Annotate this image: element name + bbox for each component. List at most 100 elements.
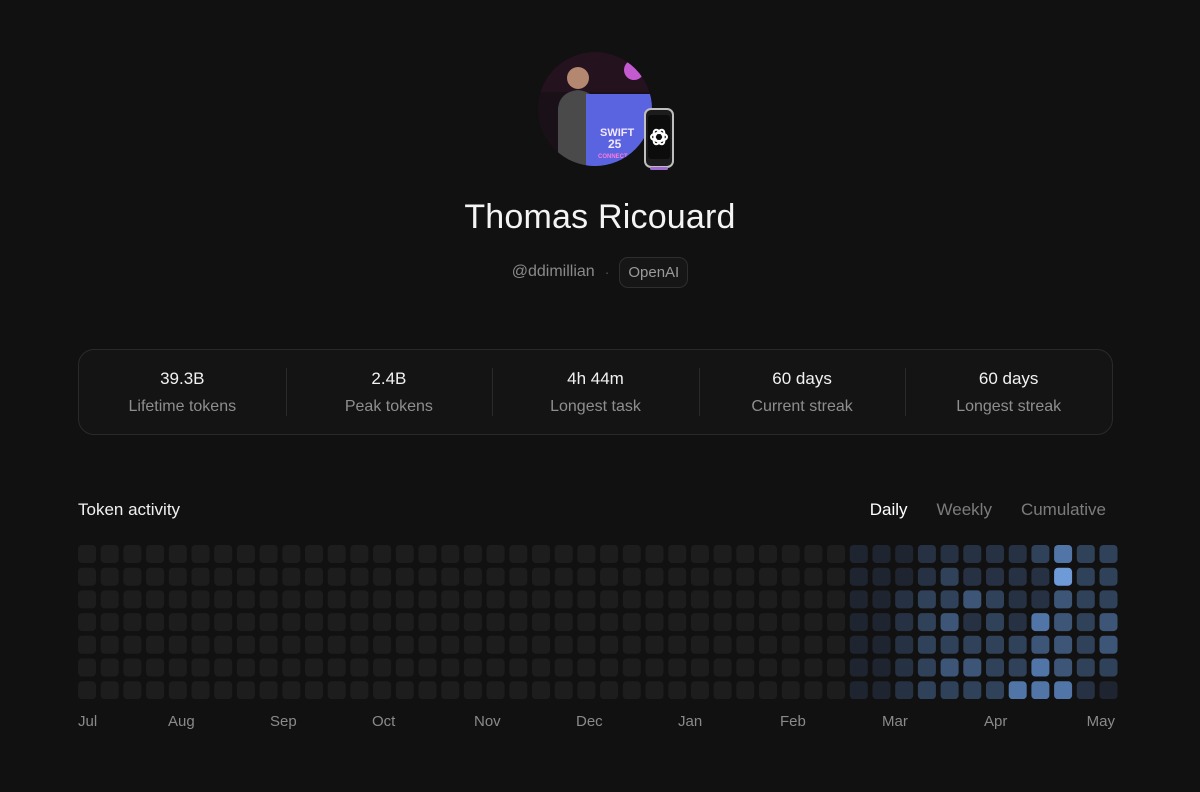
heatmap-cell[interactable] (895, 613, 914, 632)
heatmap-cell[interactable] (463, 681, 482, 699)
tab-daily[interactable]: Daily (870, 500, 908, 520)
profile-handle[interactable]: @ddimillian (512, 263, 595, 281)
heatmap-cell[interactable] (713, 681, 732, 699)
heatmap-cell[interactable] (350, 545, 369, 563)
heatmap-cell[interactable] (350, 590, 369, 609)
heatmap-cell[interactable] (78, 590, 96, 609)
heatmap-cell[interactable] (668, 613, 687, 632)
heatmap-cell[interactable] (441, 590, 460, 609)
heatmap-cell[interactable] (645, 635, 664, 654)
heatmap-cell[interactable] (849, 590, 868, 609)
heatmap-cell[interactable] (463, 545, 482, 563)
heatmap-cell[interactable] (781, 613, 800, 632)
heatmap-cell[interactable] (781, 635, 800, 654)
heatmap-cell[interactable] (418, 545, 437, 563)
heatmap-cell[interactable] (486, 590, 505, 609)
heatmap-cell[interactable] (146, 590, 165, 609)
heatmap-cell[interactable] (986, 635, 1004, 654)
heatmap-cell[interactable] (532, 658, 550, 677)
heatmap-cell[interactable] (1008, 545, 1027, 563)
heatmap-cell[interactable] (645, 681, 664, 699)
heatmap-cell[interactable] (645, 545, 664, 563)
heatmap-cell[interactable] (191, 590, 210, 609)
heatmap-cell[interactable] (713, 658, 732, 677)
heatmap-cell[interactable] (1099, 545, 1118, 563)
heatmap-cell[interactable] (373, 635, 392, 654)
heatmap-cell[interactable] (895, 545, 914, 563)
heatmap-cell[interactable] (532, 590, 550, 609)
heatmap-cell[interactable] (441, 545, 460, 563)
heatmap-cell[interactable] (168, 613, 187, 632)
heatmap-cell[interactable] (1076, 635, 1095, 654)
heatmap-cell[interactable] (168, 545, 187, 563)
heatmap-cell[interactable] (441, 635, 460, 654)
heatmap-cell[interactable] (259, 567, 278, 586)
heatmap-cell[interactable] (486, 567, 505, 586)
heatmap-cell[interactable] (191, 613, 210, 632)
heatmap-cell[interactable] (463, 590, 482, 609)
heatmap-cell[interactable] (895, 567, 914, 586)
tab-weekly[interactable]: Weekly (937, 500, 992, 520)
heatmap-cell[interactable] (191, 567, 210, 586)
heatmap-cell[interactable] (917, 658, 936, 677)
heatmap-cell[interactable] (282, 613, 301, 632)
heatmap-cell[interactable] (395, 681, 414, 699)
heatmap-cell[interactable] (146, 681, 165, 699)
heatmap-cell[interactable] (895, 635, 914, 654)
heatmap-cell[interactable] (986, 590, 1004, 609)
heatmap-cell[interactable] (804, 590, 823, 609)
heatmap-cell[interactable] (986, 613, 1004, 632)
heatmap-cell[interactable] (532, 545, 550, 563)
heatmap-cell[interactable] (100, 658, 119, 677)
heatmap-cell[interactable] (100, 567, 119, 586)
heatmap-cell[interactable] (463, 567, 482, 586)
heatmap-cell[interactable] (78, 635, 96, 654)
heatmap-cell[interactable] (259, 545, 278, 563)
heatmap-cell[interactable] (781, 681, 800, 699)
heatmap-cell[interactable] (1054, 545, 1073, 563)
heatmap-cell[interactable] (1099, 635, 1118, 654)
heatmap-cell[interactable] (327, 567, 346, 586)
tab-cumulative[interactable]: Cumulative (1021, 500, 1106, 520)
heatmap-cell[interactable] (600, 635, 619, 654)
heatmap-cell[interactable] (78, 567, 96, 586)
heatmap-cell[interactable] (123, 681, 142, 699)
heatmap-cell[interactable] (282, 635, 301, 654)
heatmap-cell[interactable] (373, 545, 392, 563)
heatmap-cell[interactable] (146, 545, 165, 563)
heatmap-cell[interactable] (827, 681, 846, 699)
heatmap-cell[interactable] (350, 635, 369, 654)
heatmap-cell[interactable] (736, 613, 755, 632)
heatmap-cell[interactable] (532, 613, 550, 632)
heatmap-cell[interactable] (146, 658, 165, 677)
heatmap-cell[interactable] (305, 590, 323, 609)
heatmap-cell[interactable] (554, 681, 573, 699)
heatmap-cell[interactable] (373, 613, 392, 632)
heatmap-cell[interactable] (350, 658, 369, 677)
heatmap-cell[interactable] (305, 681, 323, 699)
heatmap-cell[interactable] (486, 613, 505, 632)
heatmap-cell[interactable] (713, 545, 732, 563)
heatmap-cell[interactable] (1054, 658, 1073, 677)
heatmap-cell[interactable] (963, 635, 982, 654)
heatmap-cell[interactable] (986, 681, 1004, 699)
heatmap-cell[interactable] (827, 635, 846, 654)
heatmap-cell[interactable] (191, 635, 210, 654)
heatmap-cell[interactable] (1054, 567, 1073, 586)
heatmap-cell[interactable] (168, 567, 187, 586)
heatmap-cell[interactable] (191, 545, 210, 563)
heatmap-cell[interactable] (963, 613, 982, 632)
heatmap-cell[interactable] (214, 567, 233, 586)
heatmap-cell[interactable] (418, 658, 437, 677)
heatmap-cell[interactable] (418, 613, 437, 632)
heatmap-cell[interactable] (282, 545, 301, 563)
heatmap-cell[interactable] (373, 658, 392, 677)
heatmap-cell[interactable] (668, 635, 687, 654)
heatmap-cell[interactable] (804, 545, 823, 563)
heatmap-cell[interactable] (963, 681, 982, 699)
heatmap-cell[interactable] (282, 658, 301, 677)
heatmap-cell[interactable] (600, 590, 619, 609)
heatmap-cell[interactable] (509, 590, 528, 609)
heatmap-cell[interactable] (373, 681, 392, 699)
heatmap-cell[interactable] (849, 635, 868, 654)
